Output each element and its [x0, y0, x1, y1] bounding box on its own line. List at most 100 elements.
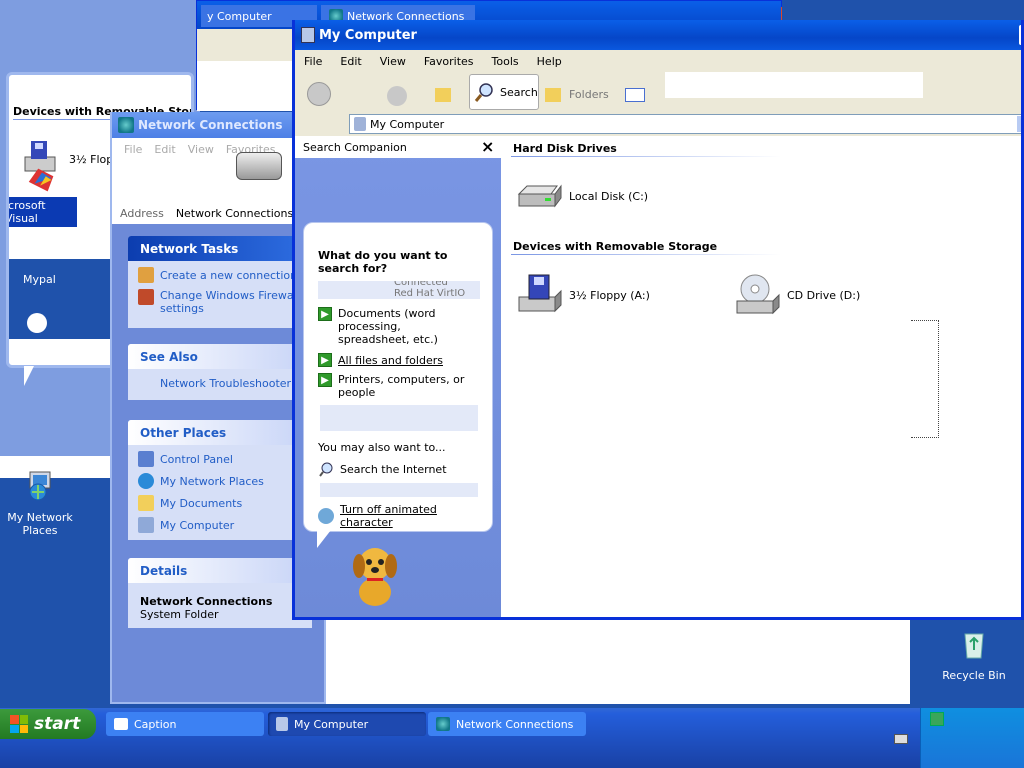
- search-companion-pane: Search Companion × What do you want to s…: [295, 136, 501, 617]
- nc-network-tasks-head[interactable]: Network Tasks: [128, 236, 312, 261]
- item-local-disk[interactable]: Local Disk (C:): [515, 176, 695, 216]
- folders-icon[interactable]: [545, 88, 561, 102]
- mc-menu-help[interactable]: Help: [528, 55, 571, 68]
- taskbar-button-my-computer[interactable]: My Computer: [268, 712, 426, 736]
- section-divider: [511, 156, 781, 157]
- green-arrow-icon: ▶: [318, 307, 332, 321]
- desktop-icon-label: Recycle Bin: [942, 669, 1006, 682]
- sc-option-all-files[interactable]: ▶ All files and folders: [308, 353, 478, 367]
- taskbar-button-network-connections[interactable]: Network Connections: [428, 712, 586, 736]
- mc-menu-favorites[interactable]: Favorites: [415, 55, 483, 68]
- forward-arrow-icon[interactable]: [387, 86, 407, 106]
- nc-task-create-connection[interactable]: Create a new connection: [128, 261, 312, 286]
- section-divider: [511, 254, 781, 255]
- section-hard-disk-drives: Hard Disk Drives: [513, 142, 617, 155]
- item-floppy[interactable]: 3½ Floppy (A:): [515, 270, 715, 320]
- taskbar-button-caption[interactable]: Caption: [106, 712, 264, 736]
- desktop-icon-recycle-bin[interactable]: Recycle Bin: [936, 626, 1012, 682]
- nc-other-places: Other Places Control Panel My Network Pl…: [128, 420, 312, 540]
- nc-task-firewall[interactable]: Change Windows Firewall settings: [128, 286, 312, 318]
- mypal-icon: [27, 313, 47, 333]
- sc-header: Search Companion: [295, 136, 501, 158]
- nc-see-also-troubleshooter[interactable]: Network Troubleshooter: [128, 369, 312, 394]
- sc-option-documents[interactable]: ▶ Documents (word processing, spreadshee…: [308, 307, 478, 346]
- computer-icon: [276, 717, 288, 731]
- folder-icon: [138, 495, 154, 511]
- ghost-blue-block: [9, 259, 113, 339]
- mc-folders-label[interactable]: Folders: [569, 88, 609, 101]
- nc-see-also-head[interactable]: See Also: [128, 344, 312, 369]
- sc-also-want: You may also want to...: [318, 441, 446, 454]
- windows-logo-icon: [10, 715, 28, 733]
- desktop-icon-network-places[interactable]: My Network Places: [2, 468, 78, 537]
- nc-menu-edit[interactable]: Edit: [154, 143, 175, 156]
- desktop-white-bottom: [324, 618, 910, 704]
- mc-menu-view[interactable]: View: [371, 55, 415, 68]
- mc-content: Hard Disk Drives Local Disk (C:) Devices…: [501, 136, 1021, 617]
- nc-other-places-head[interactable]: Other Places: [128, 420, 312, 445]
- chevron-down-icon[interactable]: [1017, 116, 1021, 132]
- ghost-mypal-label[interactable]: Mypal: [23, 273, 56, 286]
- start-button[interactable]: start: [0, 709, 96, 739]
- ghost-vs-label: icrosoft Visual: [9, 197, 77, 227]
- sc-blank-field-2: [318, 481, 480, 499]
- network-connections-icon: [436, 717, 450, 731]
- keyboard-tray-icon[interactable]: [894, 734, 908, 744]
- selection-marquee: [911, 320, 939, 438]
- nc-menu-file[interactable]: File: [124, 143, 142, 156]
- mc-search-button[interactable]: Search: [469, 74, 539, 110]
- section-removable-storage: Devices with Removable Storage: [513, 240, 718, 253]
- up-folder-icon[interactable]: [435, 88, 451, 102]
- nc-other-network-places[interactable]: My Network Places: [128, 470, 312, 492]
- computer-icon: [354, 117, 366, 131]
- mc-menubar: File Edit View Favorites Tools Help: [295, 50, 1021, 72]
- computer-icon: [138, 517, 154, 533]
- mc-close-icon[interactable]: [1019, 25, 1021, 45]
- back-arrow-icon[interactable]: [307, 82, 331, 106]
- nc-details: Details Network Connections System Folde…: [128, 558, 312, 628]
- nc-network-tasks: Network Tasks Create a new connection Ch…: [128, 236, 312, 328]
- mc-menu-edit[interactable]: Edit: [331, 55, 370, 68]
- help-icon: [138, 375, 154, 391]
- mc-address-field[interactable]: My Computer: [349, 114, 1021, 134]
- nc-address-label: Address: [120, 206, 164, 220]
- sc-search-internet[interactable]: Search the Internet: [308, 461, 457, 477]
- visual-studio-icon: [28, 168, 54, 192]
- search-icon: [319, 462, 333, 477]
- sc-balloon-tail: [317, 530, 331, 548]
- mc-title: My Computer: [319, 27, 417, 43]
- nc-see-also: See Also Network Troubleshooter: [128, 344, 312, 400]
- recycle-bin-icon: [964, 633, 984, 659]
- nc-other-control-panel[interactable]: Control Panel: [128, 445, 312, 470]
- sc-question: What do you want to search for?: [318, 249, 448, 275]
- mc-toolbar: Search Folders: [295, 72, 1021, 112]
- nc-address-value[interactable]: Network Connections: [176, 207, 293, 220]
- control-panel-icon: [138, 451, 154, 467]
- network-places-icon: [29, 471, 51, 501]
- sc-option-printers[interactable]: ▶ Printers, computers, or people: [308, 373, 478, 399]
- character-icon: [318, 508, 334, 524]
- nc-other-my-computer[interactable]: My Computer: [128, 514, 312, 536]
- ghost-vs-icon-wrap[interactable]: icrosoft Visual: [9, 163, 77, 227]
- item-cd-drive[interactable]: CD Drive (D:): [733, 270, 933, 320]
- search-dog-icon[interactable]: [345, 540, 405, 610]
- hard-disk-icon: [517, 184, 562, 208]
- sc-turn-off-character[interactable]: Turn off animated character: [308, 503, 492, 529]
- sc-close-button[interactable]: ×: [481, 137, 494, 156]
- network-tray-icon[interactable]: [930, 712, 944, 726]
- nc-menu-view[interactable]: View: [188, 143, 214, 156]
- network-places-icon: [138, 473, 154, 489]
- nc-details-sub: System Folder: [140, 608, 219, 621]
- mc-menu-file[interactable]: File: [295, 55, 331, 68]
- nc-details-title: Network Connections: [140, 595, 273, 608]
- cd-drive-icon: [736, 274, 780, 315]
- search-icon: [474, 83, 493, 102]
- nc-details-head[interactable]: Details: [128, 558, 312, 583]
- views-icon[interactable]: [625, 88, 645, 102]
- computer-icon: [301, 27, 315, 43]
- nc-title: Network Connections: [138, 118, 283, 132]
- new-connection-icon: [138, 267, 154, 283]
- mc-titlebar[interactable]: My Computer: [295, 20, 1021, 50]
- nc-other-my-documents[interactable]: My Documents: [128, 492, 312, 514]
- mc-menu-tools[interactable]: Tools: [483, 55, 528, 68]
